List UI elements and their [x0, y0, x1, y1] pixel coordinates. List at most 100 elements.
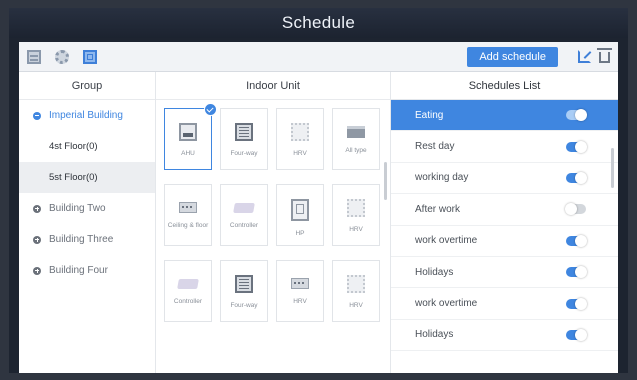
toggle-knob: [575, 140, 587, 153]
unit-card-ahu[interactable]: AHU: [164, 103, 217, 170]
unit-card-label: All type: [345, 147, 367, 154]
schedule-item-name: work overtime: [415, 298, 478, 310]
group-item-label: Imperial Building: [49, 110, 123, 121]
hrv-icon: [347, 275, 365, 293]
schedule-toggle[interactable]: [566, 109, 587, 122]
ceiling-floor-icon: [179, 202, 197, 213]
unit-card-label: Controller: [173, 298, 203, 305]
unit-card-hp[interactable]: HP: [276, 184, 324, 246]
unit-card-ceiling-floor[interactable]: Ceiling & floor: [164, 184, 212, 246]
schedule-item[interactable]: Holidays: [391, 320, 618, 352]
schedule-item-name: After work: [415, 203, 461, 215]
toggle-knob: [575, 171, 587, 184]
add-schedule-button[interactable]: Add schedule: [467, 46, 558, 67]
unit-grid-fade: [156, 351, 390, 373]
window-title: Schedule: [9, 8, 628, 38]
schedule-item-name: Holidays: [415, 266, 454, 278]
app-window: Schedule Add schedule Group Imperial Bui…: [9, 8, 628, 373]
group-item-label: Building Two: [49, 203, 106, 214]
floor-item-5st[interactable]: 5st Floor(0): [19, 162, 155, 193]
group-item-building-three[interactable]: Building Three: [19, 224, 155, 255]
group-item-building-two[interactable]: Building Two: [19, 193, 155, 224]
unit-card-label: HRV: [349, 226, 363, 233]
floor-item-4st[interactable]: 4st Floor(0): [19, 131, 155, 162]
toggle-knob: [575, 266, 587, 279]
toggle-knob: [565, 203, 577, 216]
expand-icon: [33, 266, 41, 275]
unit-grid: AHU Four-way HRV All type Ceiling & floo…: [164, 103, 382, 322]
group-item-label: Building Three: [49, 234, 114, 245]
unit-card-hrv[interactable]: HRV: [332, 260, 380, 322]
schedule-toggle[interactable]: [566, 266, 587, 279]
schedule-item-name: work overtime: [415, 235, 478, 247]
unit-card-all-type[interactable]: All type: [332, 108, 380, 170]
schedule-item[interactable]: working day: [391, 163, 618, 195]
schedules-scrollbar[interactable]: [611, 148, 614, 188]
unit-card-controller[interactable]: Controller: [220, 184, 268, 246]
toggle-knob: [575, 234, 587, 247]
controller-icon: [233, 203, 255, 213]
toolbar: Add schedule: [19, 42, 618, 72]
schedule-item[interactable]: Holidays: [391, 257, 618, 289]
unit-card-four-way[interactable]: Four-way: [220, 108, 268, 170]
unit-card-hrv[interactable]: HRV: [332, 184, 380, 246]
unit-card-label: HRV: [293, 298, 307, 305]
indoor-unit-header: Indoor Unit: [156, 72, 390, 100]
floor-item-label: 4st Floor(0): [49, 141, 98, 152]
unit-card-label: HRV: [349, 302, 363, 309]
unit-card-four-way[interactable]: Four-way: [220, 260, 268, 322]
unit-card-hrv[interactable]: HRV: [276, 108, 324, 170]
unit-card-controller[interactable]: Controller: [164, 260, 212, 322]
unit-card-hrv[interactable]: HRV: [276, 260, 324, 322]
group-item-imperial-building[interactable]: Imperial Building: [19, 100, 155, 131]
schedule-toggle[interactable]: [566, 328, 587, 341]
hrv-icon: [291, 123, 309, 141]
schedule-toggle[interactable]: [565, 203, 586, 216]
toggle-knob: [575, 297, 587, 310]
all-type-icon: [347, 126, 365, 138]
hp-icon: [291, 199, 309, 221]
main-content: Group Imperial Building 4st Floor(0) 5st…: [19, 72, 618, 373]
hrv-icon: [291, 278, 309, 289]
list-view-icon[interactable]: [27, 49, 41, 64]
toggle-knob: [575, 328, 587, 341]
four-way-icon: [235, 123, 253, 141]
four-way-icon: [235, 275, 253, 293]
unit-scrollbar[interactable]: [384, 162, 387, 200]
edit-icon[interactable]: [578, 50, 591, 63]
collapse-icon: [33, 111, 41, 120]
schedule-item[interactable]: Rest day: [391, 131, 618, 163]
grid-view-icon[interactable]: [83, 49, 97, 64]
schedule-item[interactable]: work overtime: [391, 288, 618, 320]
schedule-item-name: Rest day: [415, 141, 455, 153]
expand-icon: [33, 235, 41, 244]
delete-icon[interactable]: [597, 48, 612, 63]
schedule-toggle[interactable]: [566, 297, 587, 310]
schedule-item[interactable]: After work: [391, 194, 618, 226]
unit-card-label: Four-way: [230, 302, 258, 309]
schedules-header: Schedules List: [391, 72, 618, 100]
settings-icon[interactable]: [55, 49, 69, 64]
unit-card-label: HP: [295, 230, 305, 237]
expand-icon: [33, 204, 41, 213]
schedule-item-name: Eating: [415, 109, 444, 121]
unit-card-label: Ceiling & floor: [167, 222, 209, 229]
group-header: Group: [19, 72, 155, 100]
schedule-item-name: Holidays: [415, 329, 454, 341]
unit-card-label: Controller: [229, 222, 259, 229]
schedule-item[interactable]: work overtime: [391, 226, 618, 257]
check-icon: [204, 103, 217, 116]
group-item-building-four[interactable]: Building Four: [19, 255, 155, 286]
schedule-toggle[interactable]: [566, 171, 587, 184]
ahu-icon: [179, 123, 197, 141]
schedule-toggle[interactable]: [566, 234, 587, 247]
schedule-item-name: working day: [415, 172, 469, 184]
unit-card-label: Four-way: [230, 150, 258, 157]
schedule-toggle[interactable]: [566, 140, 587, 153]
group-panel: Group Imperial Building 4st Floor(0) 5st…: [19, 72, 156, 373]
schedules-panel: Schedules List Eating Rest day working d…: [391, 72, 618, 373]
floor-item-label: 5st Floor(0): [49, 172, 98, 183]
indoor-unit-panel: Indoor Unit AHU Four-way HRV All type Ce…: [156, 72, 391, 373]
toggle-knob: [575, 109, 587, 122]
schedule-item[interactable]: Eating: [391, 100, 618, 132]
